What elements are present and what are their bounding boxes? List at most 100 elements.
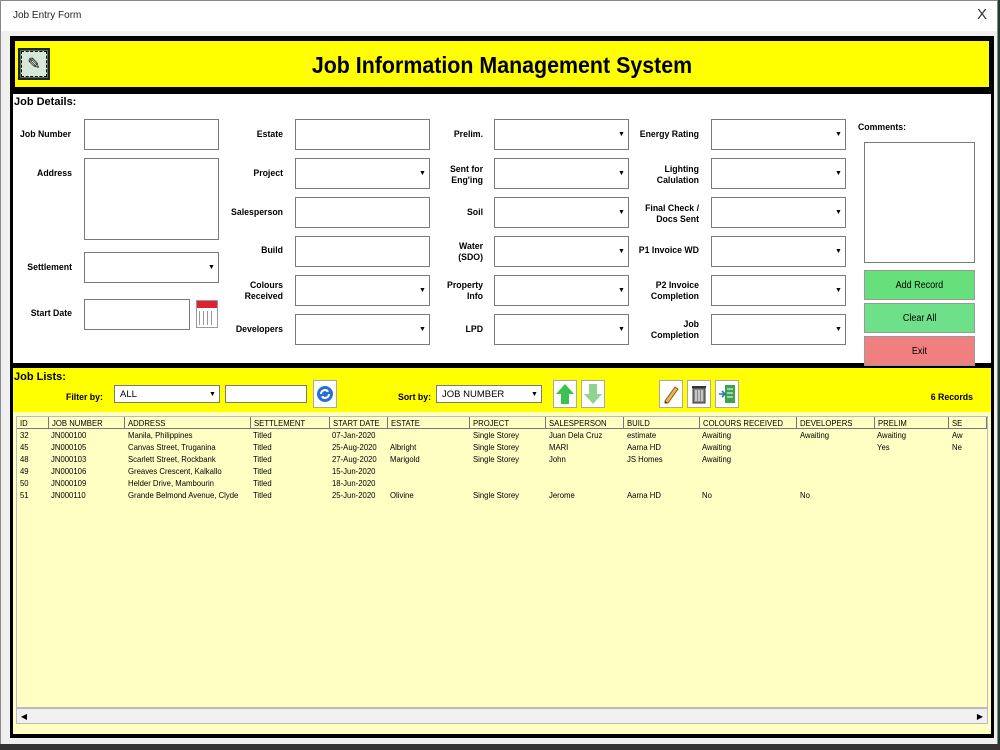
column-header[interactable]: ESTATE xyxy=(387,417,471,429)
lighting-calculation-dropdown[interactable]: ▼ xyxy=(711,158,846,189)
table-row[interactable]: 48 JN000103 Scarlett Street, Rockbank Title… xyxy=(17,453,987,465)
developers-dropdown[interactable]: ▼ xyxy=(295,314,430,345)
edit-icon-button[interactable]: ✎ xyxy=(18,48,50,80)
table-row[interactable]: 49 JN000106 Greaves Crescent, Kalkallo Titl… xyxy=(17,465,987,477)
chevron-down-icon: ▼ xyxy=(531,390,538,398)
final-check-dropdown[interactable]: ▼ xyxy=(711,197,846,228)
job-lists-panel: Job Lists: Filter by: ALL ▼ Sort by: JOB… xyxy=(13,368,991,734)
column-header[interactable]: SALESPERSON xyxy=(545,417,625,429)
refresh-icon xyxy=(317,386,333,402)
lpd-dropdown[interactable]: ▼ xyxy=(494,314,629,345)
column-header[interactable]: SE xyxy=(948,417,987,429)
prelim-dropdown[interactable]: ▼ xyxy=(494,119,629,150)
chevron-down-icon: ▼ xyxy=(618,287,625,294)
table-cell xyxy=(874,477,948,489)
p2-invoice-dropdown[interactable]: ▼ xyxy=(711,275,846,306)
column-header[interactable]: START DATE xyxy=(329,417,388,429)
table-cell: Titled xyxy=(253,430,272,440)
table-cell: Manila, Philippines xyxy=(127,430,193,440)
table-cell xyxy=(949,477,987,489)
table-header-row: ID JOB NUMBER ADDRESS SETTLEMENT START DATE E… xyxy=(17,417,987,429)
salesperson-label: Salesperson xyxy=(231,207,283,218)
sort-ascending-button[interactable] xyxy=(553,380,577,408)
column-header[interactable]: PROJECT xyxy=(469,417,547,429)
table-row[interactable]: 51 JN000110 Grande Belmond Avenue, Clyde Ti… xyxy=(17,489,987,501)
soil-label: Soil xyxy=(466,207,483,218)
chevron-down-icon: ▼ xyxy=(208,264,215,271)
chevron-down-icon: ▼ xyxy=(835,326,842,333)
column-header[interactable]: ID xyxy=(17,417,49,429)
table-cell xyxy=(546,465,624,477)
p1-invoice-label: P1 Invoice WD xyxy=(638,245,699,256)
start-date-input[interactable] xyxy=(84,299,190,330)
soil-dropdown[interactable]: ▼ xyxy=(494,197,629,228)
horizontal-scrollbar[interactable]: ◀ ▶ xyxy=(16,708,988,724)
colours-received-dropdown[interactable]: ▼ xyxy=(295,275,430,306)
filter-search-input[interactable] xyxy=(225,385,307,403)
developers-label: Developers xyxy=(235,324,283,335)
table-cell xyxy=(624,465,700,477)
filter-dropdown[interactable]: ALL ▼ xyxy=(114,385,220,403)
chevron-down-icon: ▼ xyxy=(835,131,842,138)
table-cell: JN000109 xyxy=(51,478,87,488)
chevron-down-icon: ▼ xyxy=(618,131,625,138)
final-check-label: Final Check / Docs Sent xyxy=(645,203,699,225)
refresh-button[interactable] xyxy=(313,380,337,408)
sent-for-enging-label: Sent for Eng'ing xyxy=(449,164,483,186)
column-header[interactable]: COLOURS RECEIVED xyxy=(699,417,798,429)
delete-record-button[interactable] xyxy=(687,380,711,408)
build-input[interactable] xyxy=(295,236,430,267)
table-cell: Marigold xyxy=(390,454,420,464)
clear-all-button[interactable]: Clear All xyxy=(864,303,975,333)
filter-label: Filter by: xyxy=(66,392,103,403)
column-header[interactable]: ADDRESS xyxy=(124,417,251,429)
job-completion-dropdown[interactable]: ▼ xyxy=(711,314,846,345)
list-toolbar: Job Lists: Filter by: ALL ▼ Sort by: JOB… xyxy=(13,368,991,412)
column-header[interactable]: PRELIM xyxy=(874,417,950,429)
table-row[interactable]: 32 JN000100 Manila, Philippines Titled 07-Ja… xyxy=(17,429,987,442)
export-button[interactable] xyxy=(715,380,739,408)
table-cell: 51 xyxy=(20,490,29,500)
table-cell: Titled xyxy=(253,466,272,476)
table-cell xyxy=(470,477,546,489)
chevron-down-icon: ▼ xyxy=(835,287,842,294)
close-button[interactable]: X xyxy=(977,6,987,23)
p1-invoice-dropdown[interactable]: ▼ xyxy=(711,236,846,267)
add-record-button[interactable]: Add Record xyxy=(864,270,975,300)
scroll-right-icon[interactable]: ▶ xyxy=(973,709,987,723)
sort-descending-button[interactable] xyxy=(581,380,605,408)
estate-input[interactable] xyxy=(295,119,430,150)
table-cell xyxy=(387,429,469,442)
chevron-down-icon: ▼ xyxy=(209,390,216,398)
header-banner: ✎ Job Information Management System xyxy=(15,41,989,87)
sort-dropdown[interactable]: JOB NUMBER ▼ xyxy=(436,385,542,403)
table-row[interactable]: 50 JN000109 Helder Drive, Mambourin Titled 1… xyxy=(17,477,987,489)
table-cell: 48 xyxy=(20,454,29,464)
table-row[interactable]: 45 JN000105 Canvas Street, Truganina Titled… xyxy=(17,441,987,453)
column-header[interactable]: JOB NUMBER xyxy=(48,417,126,429)
table-cell: estimate xyxy=(626,430,656,440)
calendar-icon[interactable] xyxy=(196,300,218,328)
salesperson-input[interactable] xyxy=(295,197,430,228)
project-dropdown[interactable]: ▼ xyxy=(295,158,430,189)
water-sdo-dropdown[interactable]: ▼ xyxy=(494,236,629,267)
column-header[interactable]: DEVELOPERS xyxy=(796,417,875,429)
exit-button[interactable]: Exit xyxy=(864,336,975,366)
scroll-left-icon[interactable]: ◀ xyxy=(17,709,31,723)
sent-for-enging-dropdown[interactable]: ▼ xyxy=(494,158,629,189)
job-number-input[interactable] xyxy=(84,119,219,150)
comments-input[interactable] xyxy=(864,142,975,263)
chevron-down-icon: ▼ xyxy=(835,209,842,216)
property-info-dropdown[interactable]: ▼ xyxy=(494,275,629,306)
address-input[interactable] xyxy=(84,158,219,240)
column-header[interactable]: SETTLEMENT xyxy=(250,417,330,429)
job-list-table[interactable]: ID JOB NUMBER ADDRESS SETTLEMENT START DATE E… xyxy=(16,416,988,708)
energy-rating-dropdown[interactable]: ▼ xyxy=(711,119,846,150)
settlement-dropdown[interactable]: ▼ xyxy=(84,252,219,283)
column-header[interactable]: BUILD xyxy=(623,417,700,429)
table-cell xyxy=(949,453,987,465)
edit-record-button[interactable] xyxy=(659,380,683,408)
table-cell: JN000100 xyxy=(51,430,87,440)
table-cell: No xyxy=(702,490,713,500)
table-cell: 15-Jun-2020 xyxy=(332,466,376,476)
